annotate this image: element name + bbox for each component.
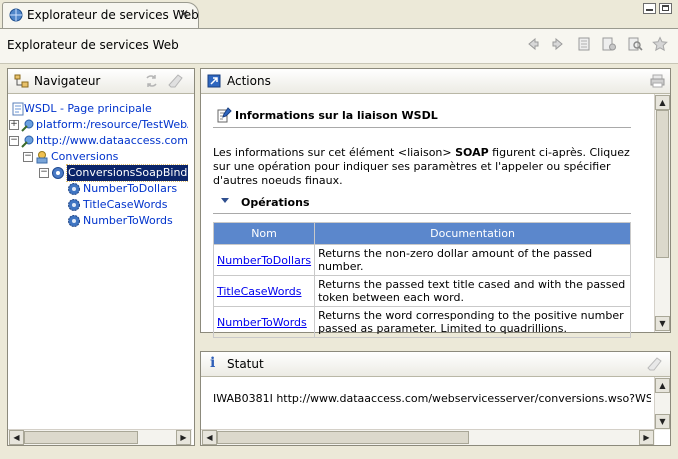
navigator-title: Navigateur xyxy=(34,74,101,88)
operation-gear-icon xyxy=(68,215,80,227)
expand-toggle[interactable]: + xyxy=(9,120,19,130)
collapse-toggle[interactable]: − xyxy=(23,152,33,162)
operation-doc-cell: Returns the passed text title cased and … xyxy=(314,275,631,307)
web-services-explorer-icon xyxy=(9,8,23,22)
forward-arrow-icon[interactable] xyxy=(550,36,566,52)
explorer-header: Explorateur de services Web xyxy=(0,28,678,64)
sync-icon[interactable] xyxy=(144,74,159,88)
operation-doc-cell: Returns the word corresponding to the po… xyxy=(314,306,631,338)
binding-icon xyxy=(52,167,64,179)
operation-link-number-to-words[interactable]: NumberToWords xyxy=(217,316,307,329)
table-header-row: Nom Documentation xyxy=(212,222,631,245)
status-panel: i Statut IWAB0381I http://www.dataaccess… xyxy=(200,351,671,446)
scroll-up-button[interactable]: ▲ xyxy=(655,95,670,110)
table-row: NumberToDollars Returns the non-zero dol… xyxy=(212,244,631,276)
scroll-left-button[interactable]: ◀ xyxy=(202,430,217,445)
operations-table: Nom Documentation NumberToDollars Return… xyxy=(212,222,631,338)
operation-gear-icon xyxy=(68,199,80,211)
scroll-right-button[interactable]: ▶ xyxy=(176,430,191,445)
collapse-toggle[interactable]: − xyxy=(9,136,19,146)
operation-gear-icon xyxy=(68,183,80,195)
favorites-star-icon[interactable] xyxy=(652,36,668,52)
page-title: Explorateur de services Web xyxy=(7,38,179,52)
wsdl-page-icon[interactable] xyxy=(601,36,617,52)
operations-title: Opérations xyxy=(241,196,310,209)
operation-link-number-to-dollars[interactable]: NumberToDollars xyxy=(217,254,311,267)
wsdl-service-icon xyxy=(21,135,34,148)
table-row: NumberToWords Returns the word correspon… xyxy=(212,306,631,338)
section-header: Informations sur la liaison WSDL xyxy=(213,105,631,128)
minimize-button[interactable] xyxy=(643,3,656,14)
collapse-toggle[interactable]: − xyxy=(39,168,49,178)
operations-header[interactable]: Opérations xyxy=(213,193,631,214)
status-message: IWAB0381I http://www.dataaccess.com/webs… xyxy=(213,392,651,405)
status-horizontal-scrollbar[interactable]: ◀ ▶ xyxy=(201,429,655,445)
close-tab-icon[interactable]: ✕ xyxy=(179,7,189,21)
actions-title: Actions xyxy=(227,74,271,88)
actions-header: Actions xyxy=(201,69,670,94)
tab-title: Explorateur de services Web xyxy=(27,8,199,22)
clear-icon[interactable] xyxy=(647,357,662,371)
soap-keyword: SOAP xyxy=(455,146,489,159)
operation-name-cell: NumberToDollars xyxy=(212,244,316,276)
search-icon[interactable] xyxy=(627,36,643,52)
operation-name-cell: TitleCaseWords xyxy=(212,275,316,307)
status-vertical-scrollbar[interactable]: ▲ ▼ xyxy=(654,377,670,430)
explorer-toolbar xyxy=(519,36,669,52)
wsdl-page-icon xyxy=(12,102,24,116)
actions-vertical-scrollbar[interactable]: ▲ ▼ xyxy=(654,94,670,332)
operation-name-cell: NumberToWords xyxy=(212,306,316,338)
section-title: Informations sur la liaison WSDL xyxy=(235,109,438,122)
navigator-horizontal-scrollbar[interactable]: ◀ ▶ xyxy=(8,429,192,445)
status-title: Statut xyxy=(227,357,264,371)
scroll-down-button[interactable]: ▼ xyxy=(655,316,670,331)
window-controls xyxy=(640,3,672,16)
back-arrow-icon[interactable] xyxy=(525,36,541,52)
status-header: i Statut xyxy=(201,352,670,377)
scroll-right-button[interactable]: ▶ xyxy=(639,430,654,445)
actions-icon xyxy=(207,74,221,88)
service-icon xyxy=(36,151,48,164)
navigator-panel: Navigateur WSDL - Page principale + plat… xyxy=(7,68,195,446)
editor-tab-strip: Explorateur de services Web ✕ xyxy=(0,0,678,28)
column-header-name: Nom xyxy=(212,222,316,245)
table-row: TitleCaseWords Returns the passed text t… xyxy=(212,275,631,307)
info-icon: i xyxy=(210,355,216,371)
navigator-tree: WSDL - Page principale + platform:/resou… xyxy=(8,96,188,426)
actions-panel: Actions Informations sur la liaison WSDL… xyxy=(200,68,671,338)
scroll-up-button[interactable]: ▲ xyxy=(655,378,670,393)
operation-doc-cell: Returns the non-zero dollar amount of th… xyxy=(314,244,631,276)
actions-content: Informations sur la liaison WSDL Les inf… xyxy=(212,105,653,338)
clear-icon[interactable] xyxy=(168,74,183,88)
operation-link-title-case-words[interactable]: TitleCaseWords xyxy=(217,285,302,298)
binding-description: Les informations sur cet élément <liaiso… xyxy=(213,146,630,187)
column-header-documentation: Documentation xyxy=(314,222,631,245)
tab-web-services-explorer[interactable]: Explorateur de services Web ✕ xyxy=(2,2,199,28)
scroll-thumb[interactable] xyxy=(656,110,669,258)
scroll-thumb[interactable] xyxy=(217,431,469,444)
navigator-icon xyxy=(14,74,29,88)
binding-info-icon xyxy=(217,107,232,123)
print-icon[interactable] xyxy=(650,74,665,88)
wsdl-service-icon xyxy=(21,119,34,132)
scroll-thumb[interactable] xyxy=(24,431,138,444)
scroll-down-button[interactable]: ▼ xyxy=(655,414,670,429)
maximize-button[interactable] xyxy=(659,3,672,14)
collapse-triangle-icon[interactable] xyxy=(221,198,229,203)
navigator-header: Navigateur xyxy=(8,69,194,94)
scroll-left-button[interactable]: ◀ xyxy=(9,430,24,445)
document-icon[interactable] xyxy=(576,36,592,52)
